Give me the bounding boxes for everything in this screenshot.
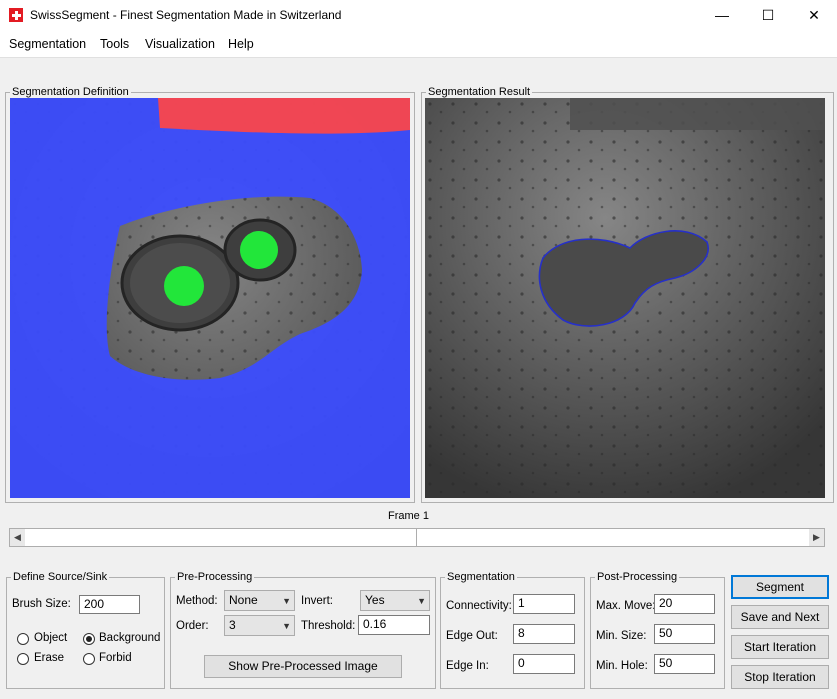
postprocessing-title: Post-Processing bbox=[595, 570, 680, 584]
radio-erase[interactable] bbox=[17, 653, 29, 665]
close-button[interactable]: ✕ bbox=[791, 0, 837, 31]
radio-object[interactable] bbox=[17, 633, 29, 645]
radio-forbid[interactable] bbox=[83, 653, 95, 665]
frame-slider[interactable]: ◀ ▶ bbox=[9, 528, 825, 547]
invert-label: Invert: bbox=[301, 595, 333, 607]
slider-left-arrow-icon[interactable]: ◀ bbox=[10, 529, 25, 546]
order-value: 3 bbox=[229, 618, 236, 632]
segmentation-result-title: Segmentation Result bbox=[426, 85, 533, 99]
invert-value: Yes bbox=[365, 593, 385, 607]
save-and-next-button[interactable]: Save and Next bbox=[731, 605, 829, 629]
window-title: SwissSegment - Finest Segmentation Made … bbox=[30, 8, 342, 22]
edge-in-label: Edge In: bbox=[446, 660, 489, 672]
slider-thumb[interactable] bbox=[416, 529, 417, 546]
menu-visualization[interactable]: Visualization bbox=[145, 37, 215, 51]
edge-out-input[interactable]: 8 bbox=[513, 624, 575, 644]
chevron-down-icon: ▼ bbox=[282, 621, 291, 631]
definition-canvas[interactable] bbox=[10, 98, 410, 498]
radio-background[interactable] bbox=[83, 633, 95, 645]
connectivity-input[interactable]: 1 bbox=[513, 594, 575, 614]
segment-button[interactable]: Segment bbox=[731, 575, 829, 599]
source-sink-title: Define Source/Sink bbox=[11, 570, 110, 584]
frame-label: Frame 1 bbox=[388, 510, 429, 522]
method-select[interactable]: None ▼ bbox=[224, 590, 295, 611]
radio-erase-label: Erase bbox=[34, 652, 65, 664]
menu-tools[interactable]: Tools bbox=[100, 37, 129, 51]
threshold-input[interactable]: 0.16 bbox=[358, 615, 430, 635]
threshold-label: Threshold: bbox=[301, 620, 356, 632]
maximize-button[interactable]: ☐ bbox=[745, 0, 791, 31]
radio-forbid-label: Forbid bbox=[99, 652, 132, 664]
show-preprocessed-button[interactable]: Show Pre-Processed Image bbox=[204, 655, 402, 678]
edge-in-input[interactable]: 0 bbox=[513, 654, 575, 674]
order-select[interactable]: 3 ▼ bbox=[224, 615, 295, 636]
min-size-input[interactable]: 50 bbox=[654, 624, 715, 644]
minimize-button[interactable]: — bbox=[699, 0, 745, 31]
min-size-label: Min. Size: bbox=[596, 630, 647, 642]
menu-segmentation[interactable]: Segmentation bbox=[9, 37, 86, 51]
menu-help[interactable]: Help bbox=[228, 37, 254, 51]
result-canvas bbox=[425, 98, 825, 498]
stop-iteration-button[interactable]: Stop Iteration bbox=[731, 665, 829, 689]
method-value: None bbox=[229, 593, 258, 607]
method-label: Method: bbox=[176, 595, 218, 607]
edge-out-label: Edge Out: bbox=[446, 630, 498, 642]
radio-background-label: Background bbox=[99, 632, 161, 644]
preprocessing-title: Pre-Processing bbox=[175, 570, 255, 584]
menu-bar: Segmentation Tools Visualization Help bbox=[0, 31, 837, 58]
connectivity-label: Connectivity: bbox=[446, 600, 512, 612]
max-move-label: Max. Move: bbox=[596, 600, 656, 612]
invert-select[interactable]: Yes ▼ bbox=[360, 590, 430, 611]
radio-object-label: Object bbox=[34, 632, 68, 644]
start-iteration-button[interactable]: Start Iteration bbox=[731, 635, 829, 659]
min-hole-label: Min. Hole: bbox=[596, 660, 648, 672]
slider-right-arrow-icon[interactable]: ▶ bbox=[809, 529, 824, 546]
brush-size-label: Brush Size: bbox=[12, 598, 71, 610]
min-hole-input[interactable]: 50 bbox=[654, 654, 715, 674]
max-move-input[interactable]: 20 bbox=[654, 594, 715, 614]
chevron-down-icon: ▼ bbox=[282, 596, 291, 606]
title-bar: SwissSegment - Finest Segmentation Made … bbox=[0, 0, 837, 31]
brush-size-input[interactable]: 200 bbox=[79, 595, 140, 614]
chevron-down-icon: ▼ bbox=[417, 596, 426, 606]
segmentation-title: Segmentation bbox=[445, 570, 517, 584]
order-label: Order: bbox=[176, 620, 209, 632]
segmentation-definition-title: Segmentation Definition bbox=[10, 85, 131, 99]
swiss-flag-icon bbox=[9, 8, 23, 22]
